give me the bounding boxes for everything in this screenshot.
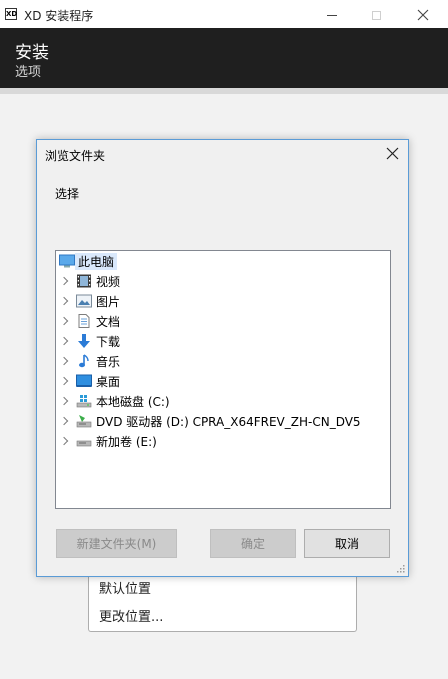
title-bar: XD XD 安装程序 — [0, 0, 448, 28]
tree-item-label: 下载 — [96, 335, 121, 349]
tree-item-label: 视频 — [96, 275, 121, 289]
header-divider — [0, 88, 448, 94]
tree-item-documents[interactable]: 文档 — [56, 311, 356, 331]
minimize-button[interactable] — [318, 4, 346, 26]
menu-item-default-location[interactable]: 默认位置 — [99, 578, 151, 597]
page-title: 安装 — [15, 43, 49, 63]
browse-folder-dialog: 浏览文件夹 选择 此电脑 视频 图片 文档 下载 音乐 桌面 本地磁盘 (C:)… — [36, 139, 409, 577]
dvd-drive-icon — [76, 415, 92, 428]
tree-item-dvd-drive-d[interactable]: DVD 驱动器 (D:) CPRA_X64FREV_ZH-CN_DV5 — [56, 411, 361, 431]
maximize-button[interactable] — [362, 4, 390, 26]
tree-item-music[interactable]: 音乐 — [56, 351, 356, 371]
tree-item-this-pc[interactable]: 此电脑 — [56, 251, 356, 271]
tree-item-label: 本地磁盘 (C:) — [96, 395, 170, 409]
video-icon — [77, 274, 91, 288]
chevron-right-icon[interactable] — [59, 376, 69, 386]
windows-drive-icon — [76, 395, 92, 408]
tree-item-desktop[interactable]: 桌面 — [56, 371, 356, 391]
app-logo-icon: XD — [5, 8, 18, 20]
maximize-icon — [371, 10, 381, 20]
close-icon — [386, 147, 399, 160]
chevron-right-icon[interactable] — [59, 396, 69, 406]
chevron-right-icon[interactable] — [59, 316, 69, 326]
cancel-button[interactable]: 取消 — [304, 529, 390, 558]
tree-item-label: 文档 — [96, 315, 121, 329]
chevron-right-icon[interactable] — [59, 436, 69, 446]
desktop-icon — [76, 374, 92, 387]
tree-item-label: 桌面 — [96, 375, 121, 389]
folder-tree[interactable]: 此电脑 视频 图片 文档 下载 音乐 桌面 本地磁盘 (C:) DVD 驱动器 … — [55, 250, 391, 509]
close-icon — [417, 9, 429, 21]
chevron-right-icon[interactable] — [59, 336, 69, 346]
tree-item-local-disk-c[interactable]: 本地磁盘 (C:) — [56, 391, 356, 411]
drive-icon — [76, 440, 92, 447]
tree-item-pictures[interactable]: 图片 — [56, 291, 356, 311]
download-icon — [78, 334, 90, 348]
pictures-icon — [76, 294, 92, 308]
tree-item-label: 此电脑 — [75, 253, 118, 270]
chevron-right-icon[interactable] — [59, 356, 69, 366]
tree-item-downloads[interactable]: 下载 — [56, 331, 356, 351]
chevron-right-icon[interactable] — [59, 276, 69, 286]
close-window-button[interactable] — [409, 4, 437, 26]
music-icon — [79, 354, 89, 368]
header-band: 安装 选项 — [0, 28, 448, 88]
window-title: XD 安装程序 — [24, 9, 94, 23]
tree-item-label: 新加卷 (E:) — [96, 435, 157, 449]
menu-item-change-location[interactable]: 更改位置... — [99, 606, 163, 625]
chevron-right-icon[interactable] — [59, 296, 69, 306]
tree-item-label: DVD 驱动器 (D:) CPRA_X64FREV_ZH-CN_DV5 — [96, 415, 361, 429]
resize-grip-icon[interactable] — [397, 565, 405, 573]
tree-item-new-volume-e[interactable]: 新加卷 (E:) — [56, 431, 356, 451]
dialog-close-button[interactable] — [382, 143, 404, 165]
new-folder-button[interactable]: 新建文件夹(M) — [56, 529, 177, 558]
chevron-right-icon[interactable] — [59, 416, 69, 426]
page-subtitle: 选项 — [15, 65, 42, 80]
tree-item-label: 音乐 — [96, 355, 121, 369]
tree-item-videos[interactable]: 视频 — [56, 271, 356, 291]
computer-icon — [59, 254, 75, 268]
dialog-prompt: 选择 — [55, 187, 80, 201]
tree-item-label: 图片 — [96, 295, 121, 309]
ok-button[interactable]: 确定 — [210, 529, 296, 558]
minimize-icon — [327, 14, 337, 16]
documents-icon — [78, 314, 90, 328]
dialog-title: 浏览文件夹 — [45, 149, 106, 163]
